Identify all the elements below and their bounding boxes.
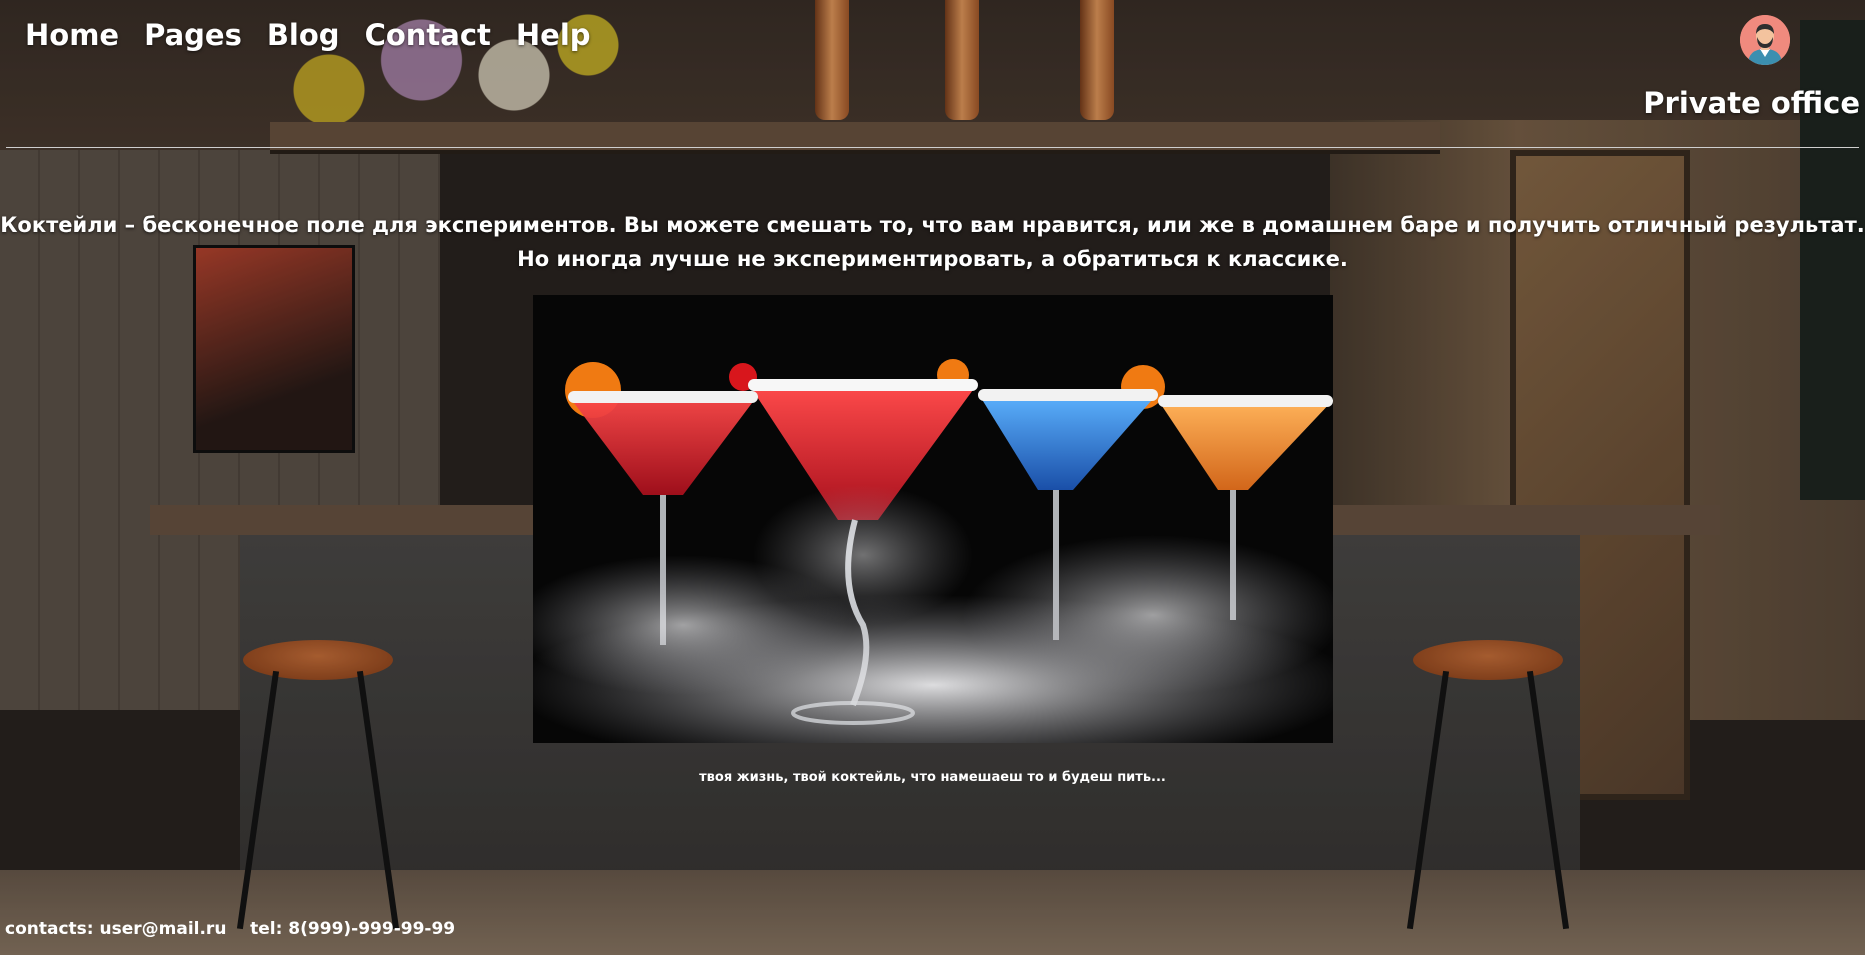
intro-line: Но иногда лучше не экспериментировать, а…: [517, 247, 1348, 271]
nav-item-blog[interactable]: Blog: [267, 18, 340, 52]
private-office-link[interactable]: Private office: [1643, 86, 1860, 120]
nav-item-contact[interactable]: Contact: [365, 18, 491, 52]
intro-text: Коктейли – бесконечное поле для эксперим…: [0, 208, 1865, 276]
contact-phone[interactable]: tel: 8(999)-999-99-99: [250, 919, 455, 939]
footer-contacts: contacts: user@mail.ru tel: 8(999)-999-9…: [5, 919, 455, 939]
nav-item-pages[interactable]: Pages: [144, 18, 242, 52]
image-caption: твоя жизнь, твой коктейль, что намешаеш …: [699, 770, 1166, 785]
cocktails-image: [533, 295, 1333, 743]
header-divider: [6, 147, 1859, 148]
main-nav: Home Pages Blog Contact Help: [25, 18, 616, 52]
nav-item-help[interactable]: Help: [516, 18, 591, 52]
nav-item-home[interactable]: Home: [25, 18, 119, 52]
contact-email[interactable]: contacts: user@mail.ru: [5, 919, 226, 939]
user-avatar-icon[interactable]: [1740, 15, 1790, 65]
intro-line: Коктейли – бесконечное поле для эксперим…: [0, 213, 1865, 237]
